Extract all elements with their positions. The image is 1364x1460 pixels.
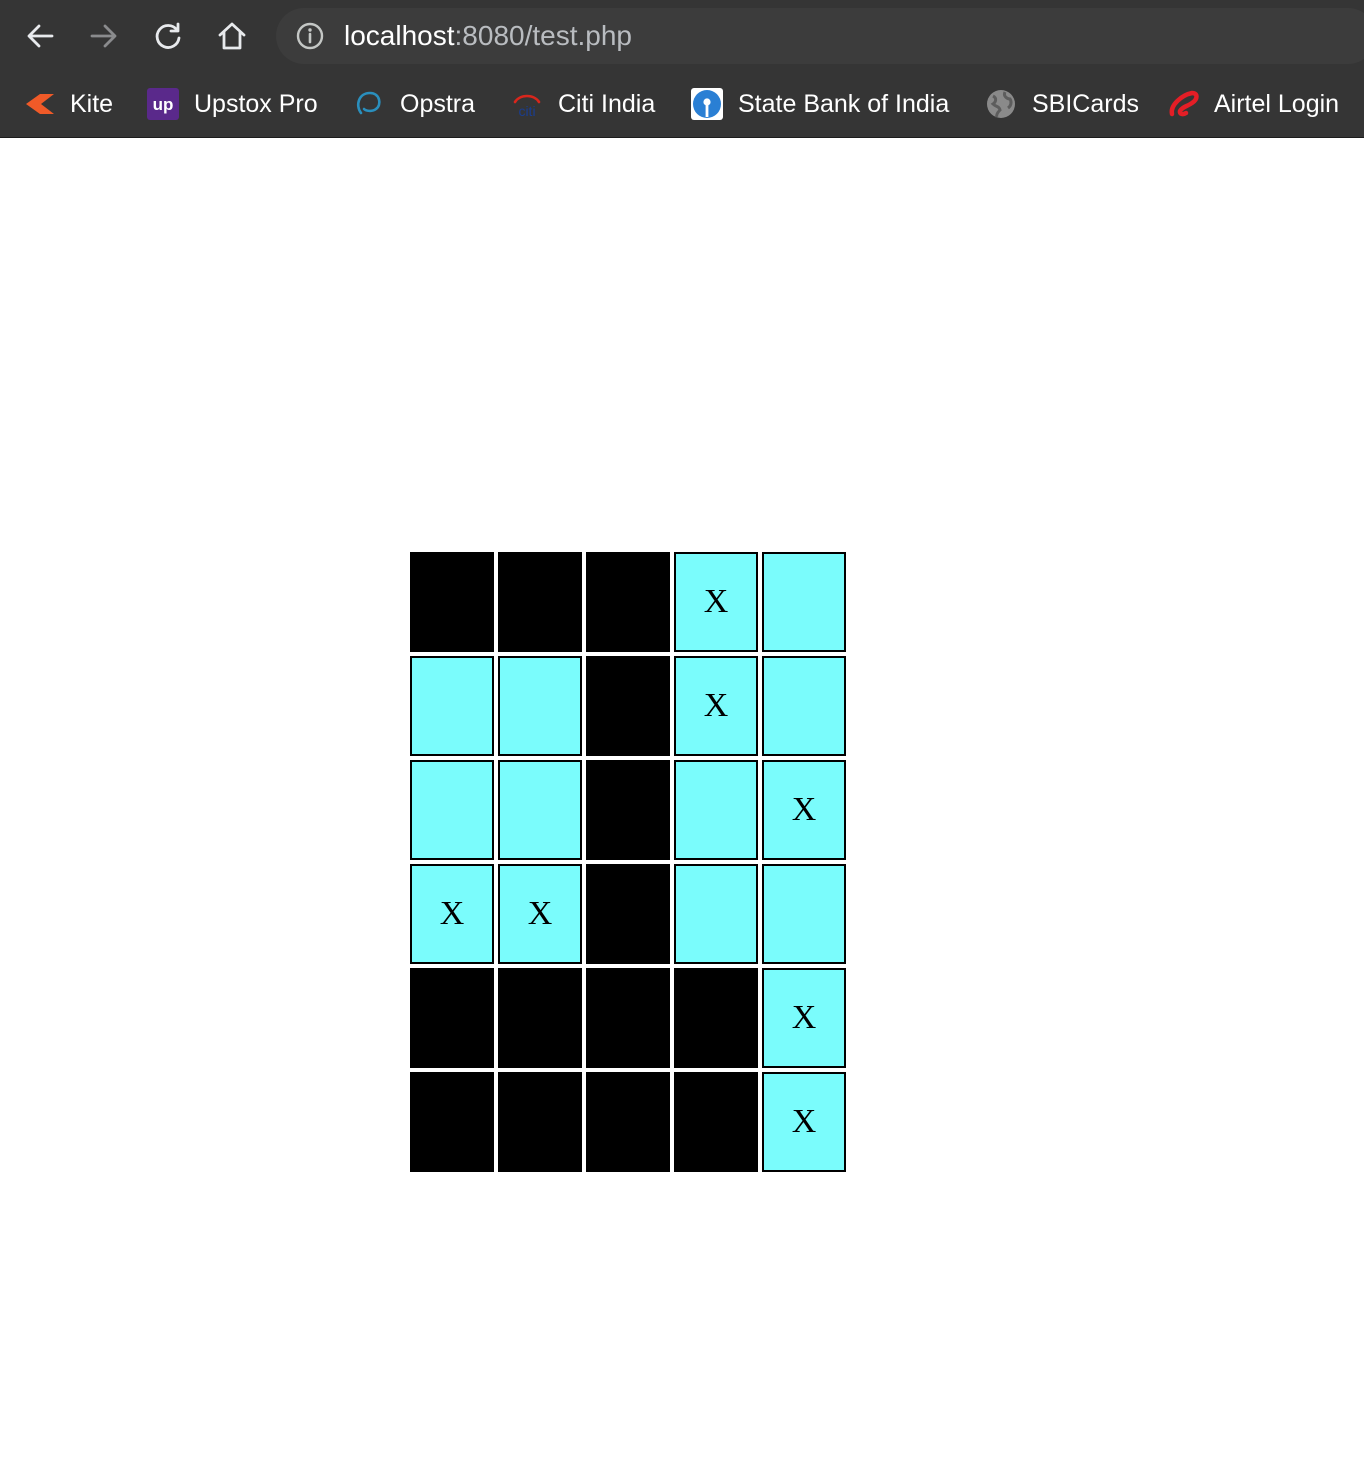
bookmark-label: Upstox Pro <box>194 89 318 118</box>
home-button[interactable] <box>210 14 254 58</box>
grid-cell-empty[interactable] <box>762 864 846 964</box>
site-info-icon[interactable] <box>296 22 324 50</box>
grid-cell-empty[interactable] <box>498 760 582 860</box>
kite-icon <box>22 87 56 121</box>
bookmark-label: Citi India <box>558 89 656 118</box>
airtel-icon <box>1166 87 1200 121</box>
globe-icon <box>984 87 1018 121</box>
grid-cell-marked[interactable]: X <box>674 552 758 652</box>
bookmark-opstra[interactable]: Opstra <box>352 82 475 126</box>
bookmarks-bar: Kite up Upstox Pro Opstra citi Citi Indi… <box>0 72 1364 136</box>
bookmark-label: Airtel Login <box>1214 89 1340 118</box>
grid-cell-empty[interactable] <box>410 656 494 756</box>
bookmark-label: SBICards <box>1032 89 1139 118</box>
upstox-icon: up <box>146 87 180 121</box>
url-text[interactable]: localhost:8080/test.php <box>344 8 632 64</box>
grid-cell-blocked[interactable] <box>586 968 670 1068</box>
puzzle-grid: XXXXXXX <box>410 552 846 1172</box>
grid-cell-blocked[interactable] <box>674 1072 758 1172</box>
grid-cell-marked[interactable]: X <box>762 1072 846 1172</box>
svg-text:up: up <box>153 95 174 114</box>
grid-cell-blocked[interactable] <box>498 552 582 652</box>
grid-cell-empty[interactable] <box>498 656 582 756</box>
bookmark-airtel-login[interactable]: Airtel Login <box>1166 82 1339 126</box>
bookmark-label: State Bank of India <box>738 89 950 118</box>
grid-cell-blocked[interactable] <box>586 552 670 652</box>
grid-cell-empty[interactable] <box>762 552 846 652</box>
bookmark-label: Opstra <box>400 89 476 118</box>
url-host: localhost <box>344 20 455 51</box>
browser-chrome: localhost:8080/test.php Kite up Upstox P… <box>0 0 1364 138</box>
bookmark-sbicards[interactable]: SBICards <box>984 82 1139 126</box>
svg-text:citi: citi <box>518 103 535 119</box>
grid-cell-blocked[interactable] <box>410 968 494 1068</box>
grid-cell-blocked[interactable] <box>498 968 582 1068</box>
url-path: :8080/test.php <box>454 20 632 51</box>
bookmark-state-bank-of-india[interactable]: State Bank of India <box>690 82 949 126</box>
sbi-icon <box>690 87 724 121</box>
grid-cell-blocked[interactable] <box>410 1072 494 1172</box>
arrow-left-icon <box>27 24 54 48</box>
grid-cell-marked[interactable]: X <box>674 656 758 756</box>
grid-cell-blocked[interactable] <box>586 1072 670 1172</box>
grid-cell-blocked[interactable] <box>586 760 670 860</box>
grid-cell-blocked[interactable] <box>586 656 670 756</box>
arrow-right-icon <box>90 24 117 48</box>
grid-cell-empty[interactable] <box>762 656 846 756</box>
grid-cell-marked[interactable]: X <box>762 760 846 860</box>
reload-icon <box>155 22 181 49</box>
grid-cell-blocked[interactable] <box>498 1072 582 1172</box>
grid-cell-blocked[interactable] <box>586 864 670 964</box>
grid-cell-marked[interactable]: X <box>498 864 582 964</box>
opstra-icon <box>352 87 386 121</box>
grid-cell-marked[interactable]: X <box>410 864 494 964</box>
grid-cell-marked[interactable]: X <box>762 968 846 1068</box>
grid-cell-blocked[interactable] <box>410 552 494 652</box>
forward-button[interactable] <box>82 14 126 58</box>
back-button[interactable] <box>18 14 62 58</box>
bookmark-upstox-pro[interactable]: up Upstox Pro <box>146 82 318 126</box>
citi-icon: citi <box>510 87 544 121</box>
home-icon <box>218 22 246 50</box>
address-bar[interactable]: localhost:8080/test.php <box>276 8 1364 64</box>
browser-toolbar: localhost:8080/test.php <box>0 0 1364 72</box>
grid-cell-empty[interactable] <box>674 864 758 964</box>
bookmark-kite[interactable]: Kite <box>22 82 113 126</box>
grid-cell-blocked[interactable] <box>674 968 758 1068</box>
bookmark-citi-india[interactable]: citi Citi India <box>510 82 655 126</box>
grid-cell-empty[interactable] <box>674 760 758 860</box>
reload-button[interactable] <box>146 14 190 58</box>
grid-cell-empty[interactable] <box>410 760 494 860</box>
bookmark-label: Kite <box>70 89 114 118</box>
